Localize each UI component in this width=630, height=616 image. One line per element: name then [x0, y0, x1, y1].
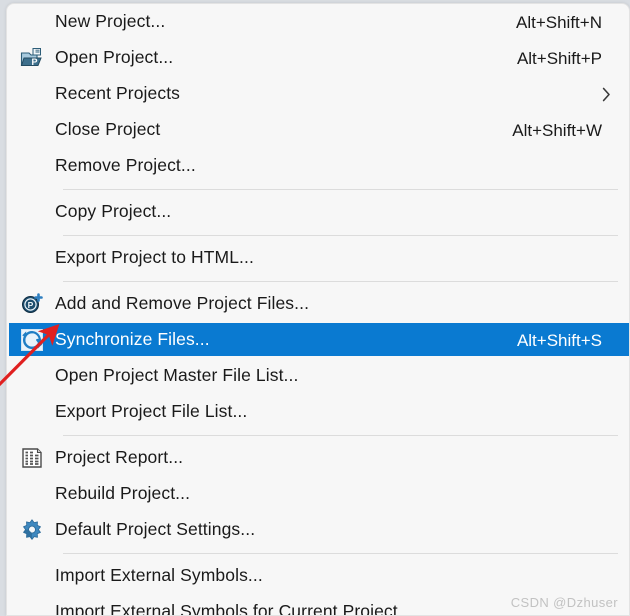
separator-line	[63, 234, 618, 236]
menu-item-rebuild-project[interactable]: Rebuild Project...	[7, 476, 629, 512]
menu-item-export-project-html[interactable]: Export Project to HTML...	[7, 240, 629, 276]
menu-item-icon-slot	[9, 558, 55, 594]
menu-item-icon-slot	[9, 358, 55, 394]
csdn-watermark: CSDN @Dzhuser	[510, 595, 618, 610]
menu-item-import-symbols[interactable]: Import External Symbols...	[7, 558, 629, 594]
project-plus-icon: P	[20, 292, 44, 316]
menu-item-icon-slot	[9, 148, 55, 184]
menu-item-synchronize-files[interactable]: Synchronize Files... Alt+Shift+S	[7, 322, 629, 358]
menu-item-label: Open Project Master File List...	[55, 365, 299, 386]
separator-line	[63, 188, 618, 190]
menu-item-icon-slot	[9, 322, 55, 358]
menu-item-project-report[interactable]: Project Report...	[7, 440, 629, 476]
report-icon	[20, 446, 44, 470]
menu-item-label: Rebuild Project...	[55, 483, 191, 504]
menu-item-label: Remove Project...	[55, 155, 196, 176]
svg-text:P: P	[32, 57, 38, 67]
menu-item-shortcut: Alt+Shift+P	[516, 48, 602, 68]
open-folder-icon: P	[20, 46, 44, 70]
menu-item-label: Import External Symbols...	[55, 565, 263, 586]
menu-item-label: Recent Projects	[55, 83, 181, 104]
chevron-right-icon	[602, 87, 629, 102]
menu-item-recent-projects[interactable]: Recent Projects	[7, 76, 629, 112]
separator-line	[63, 280, 618, 282]
menu-item-icon-slot: P	[9, 286, 55, 322]
menu-item-icon-slot: P	[9, 40, 55, 76]
menu-item-copy-project[interactable]: Copy Project...	[7, 194, 629, 230]
menu-item-label: Close Project	[55, 119, 161, 140]
menu-item-label: Export Project to HTML...	[55, 247, 254, 268]
separator-line	[63, 434, 618, 436]
menu-item-label: Export Project File List...	[55, 401, 248, 422]
menu-item-icon-slot	[9, 594, 55, 615]
separator-line	[63, 552, 618, 554]
menu-item-icon-slot	[9, 112, 55, 148]
menu-item-icon-slot	[9, 476, 55, 512]
menu-item-close-project[interactable]: Close Project Alt+Shift+W	[7, 112, 629, 148]
menu-item-open-project[interactable]: P Open Project... Alt+Shift+P	[7, 40, 629, 76]
menu-item-label: Add and Remove Project Files...	[55, 293, 310, 314]
menu-item-icon-slot	[9, 240, 55, 276]
menu-separator	[7, 230, 629, 240]
menu-item-icon-slot	[9, 76, 55, 112]
menu-item-default-settings[interactable]: Default Project Settings...	[7, 512, 629, 548]
menu-item-icon-slot	[9, 4, 55, 40]
menu-separator	[7, 184, 629, 194]
project-context-menu: New Project... Alt+Shift+N P Open Project..…	[6, 3, 630, 616]
menu-item-label: Project Report...	[55, 447, 184, 468]
menu-item-open-master-list[interactable]: Open Project Master File List...	[7, 358, 629, 394]
gear-icon	[20, 518, 44, 542]
menu-item-label: New Project...	[55, 11, 166, 32]
menu-item-shortcut: Alt+Shift+S	[516, 330, 602, 350]
menu-item-export-file-list[interactable]: Export Project File List...	[7, 394, 629, 430]
menu-item-add-remove-files[interactable]: P Add and Remove Project Files...	[7, 286, 629, 322]
menu-item-shortcut: Alt+Shift+W	[512, 120, 602, 140]
menu-item-label: Synchronize Files...	[55, 329, 210, 350]
menu-separator	[7, 276, 629, 286]
menu-item-icon-slot	[9, 394, 55, 430]
svg-text:P: P	[28, 300, 34, 310]
menu-item-label: Open Project...	[55, 47, 174, 68]
menu-separator	[7, 430, 629, 440]
menu-item-new-project[interactable]: New Project... Alt+Shift+N	[7, 4, 629, 40]
sync-icon	[20, 328, 44, 352]
menu-item-icon-slot	[9, 440, 55, 476]
screenshot-root: New Project... Alt+Shift+N P Open Project..…	[0, 0, 630, 616]
menu-item-shortcut: Alt+Shift+N	[516, 12, 602, 32]
menu-item-label: Copy Project...	[55, 201, 172, 222]
menu-list: New Project... Alt+Shift+N P Open Project..…	[7, 4, 629, 615]
menu-item-icon-slot	[9, 512, 55, 548]
menu-item-label: Default Project Settings...	[55, 519, 256, 540]
menu-item-icon-slot	[9, 194, 55, 230]
menu-separator	[7, 548, 629, 558]
menu-item-remove-project[interactable]: Remove Project...	[7, 148, 629, 184]
